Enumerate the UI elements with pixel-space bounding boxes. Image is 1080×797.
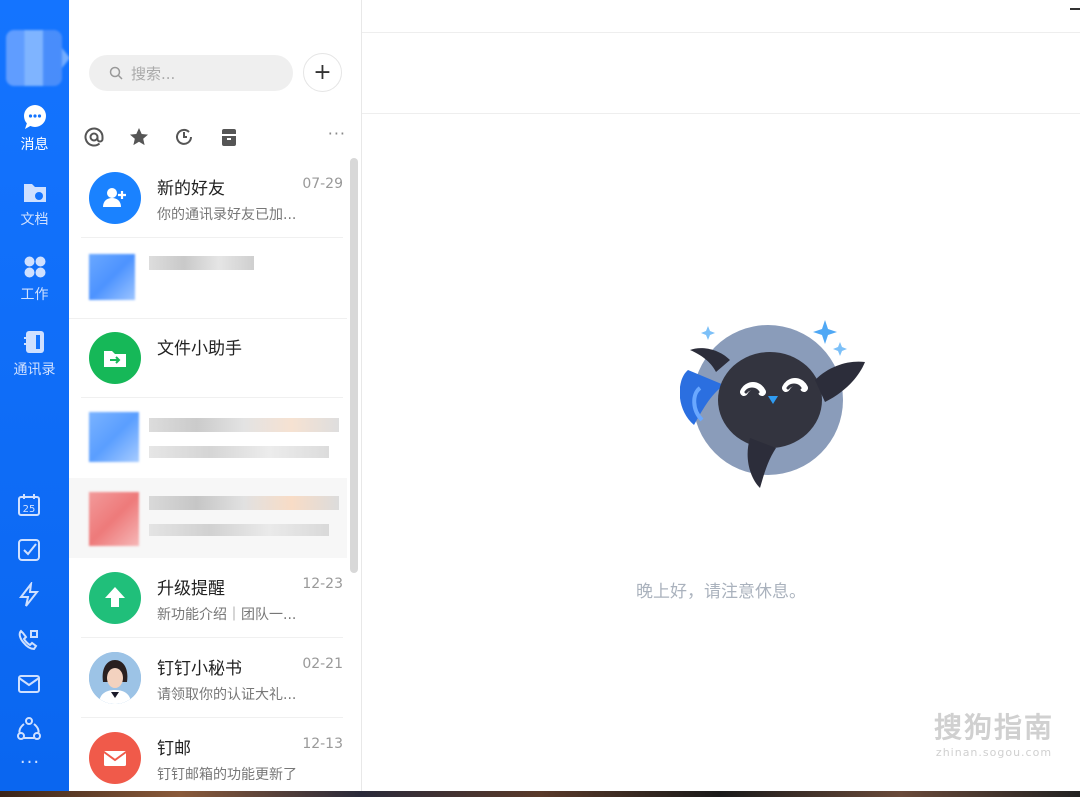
file-transfer-icon — [89, 332, 141, 384]
desktop-background-strip — [0, 791, 1080, 797]
filter-bar: ··· — [69, 122, 362, 152]
blurred-conversation-item[interactable] — [69, 398, 347, 478]
nav-item-docs[interactable]: 文档 — [0, 179, 69, 229]
filter-more-button[interactable]: ··· — [328, 124, 346, 143]
watermark-title: 搜狗指南 — [933, 711, 1054, 744]
secretary-avatar — [89, 652, 141, 704]
more-dots-icon[interactable]: ··· — [10, 752, 50, 778]
conversation-time: 12-13 — [302, 736, 343, 752]
conversation-time: 02-21 — [302, 656, 343, 672]
conversation-preview: 钉钉邮箱的功能更新了 — [157, 767, 297, 783]
calendar-day: 25 — [23, 504, 36, 515]
conversation-item[interactable]: 升级提醒 12-23 新功能介绍｜团队一... — [69, 558, 347, 638]
clock-icon[interactable] — [173, 126, 195, 148]
lightning-icon[interactable] — [16, 582, 42, 608]
search-input[interactable]: 搜索... — [89, 55, 293, 91]
conversation-name: 钉钉小秘书 — [157, 659, 242, 679]
conversation-name: 升级提醒 — [157, 579, 225, 599]
network-icon[interactable] — [16, 716, 42, 742]
nav-label: 通讯录 — [13, 362, 56, 378]
conversation-panel: 搜索... + ··· 新的好友 07-29 你的通讯录好友已加... 文件小助… — [69, 0, 362, 791]
video-call-icon[interactable] — [16, 627, 42, 653]
conversation-name: 钉邮 — [157, 739, 191, 759]
nav-item-messages[interactable]: 消息 — [0, 104, 69, 154]
folder-icon — [23, 184, 46, 202]
mail-icon[interactable] — [16, 671, 42, 697]
sleeping-bird-illustration — [680, 320, 865, 488]
contacts-book-icon — [23, 331, 44, 353]
user-avatar[interactable] — [6, 30, 70, 86]
nav-item-contacts[interactable]: 通讯录 — [0, 329, 69, 379]
chat-header — [362, 33, 1080, 114]
nav-label: 工作 — [20, 287, 49, 303]
conversation-time: 12-23 — [302, 576, 343, 592]
conversation-list: 新的好友 07-29 你的通讯录好友已加... 文件小助手 升级提醒 12-23… — [69, 158, 362, 791]
add-friend-icon — [89, 172, 141, 224]
conversation-preview: 请领取你的认证大礼... — [157, 687, 297, 703]
todo-check-icon[interactable] — [16, 537, 42, 563]
search-icon — [109, 66, 123, 80]
conversation-preview: 你的通讯录好友已加... — [157, 207, 297, 223]
archive-icon[interactable] — [218, 126, 240, 148]
watermark: 搜狗指南 zhinan.sogou.com — [934, 706, 1054, 759]
upgrade-arrow-icon — [89, 572, 141, 624]
conversation-time: 07-29 — [302, 176, 343, 192]
title-bar — [362, 0, 1080, 33]
star-icon[interactable] — [128, 126, 150, 148]
watermark-url: zhinan.sogou.com — [935, 746, 1053, 759]
left-nav: 消息 文档 工作 通讯录 25 ··· — [0, 0, 70, 791]
calendar-icon[interactable]: 25 — [16, 492, 42, 518]
at-mention-icon[interactable] — [83, 126, 105, 148]
minimize-icon[interactable] — [1070, 8, 1080, 10]
conversation-name: 文件小助手 — [157, 339, 242, 359]
conversation-item[interactable]: 文件小助手 — [69, 318, 347, 398]
greeting-text: 晚上好，请注意休息。 — [636, 582, 806, 602]
nav-label: 消息 — [20, 137, 49, 153]
chat-bubble-icon — [23, 105, 46, 129]
main-area: 晚上好，请注意休息。 搜狗指南 zhinan.sogou.com — [362, 0, 1080, 791]
conversation-item[interactable]: 钉钉小秘书 02-21 请领取你的认证大礼... — [69, 638, 347, 718]
nav-item-work[interactable]: 工作 — [0, 254, 69, 304]
mail-envelope-icon — [89, 732, 141, 784]
conversation-name: 新的好友 — [157, 179, 225, 199]
add-button[interactable]: + — [303, 53, 342, 92]
conversation-item[interactable]: 钉邮 12-13 钉钉邮箱的功能更新了 — [69, 718, 347, 791]
nav-label: 文档 — [20, 212, 49, 228]
search-placeholder: 搜索... — [131, 64, 176, 83]
blurred-conversation-item[interactable] — [69, 238, 347, 319]
conversation-preview: 新功能介绍｜团队一... — [157, 607, 297, 623]
blurred-conversation-item[interactable] — [69, 478, 347, 558]
apps-grid-icon — [24, 256, 45, 278]
conversation-item[interactable]: 新的好友 07-29 你的通讯录好友已加... — [69, 158, 347, 238]
list-scrollbar[interactable] — [350, 158, 358, 573]
